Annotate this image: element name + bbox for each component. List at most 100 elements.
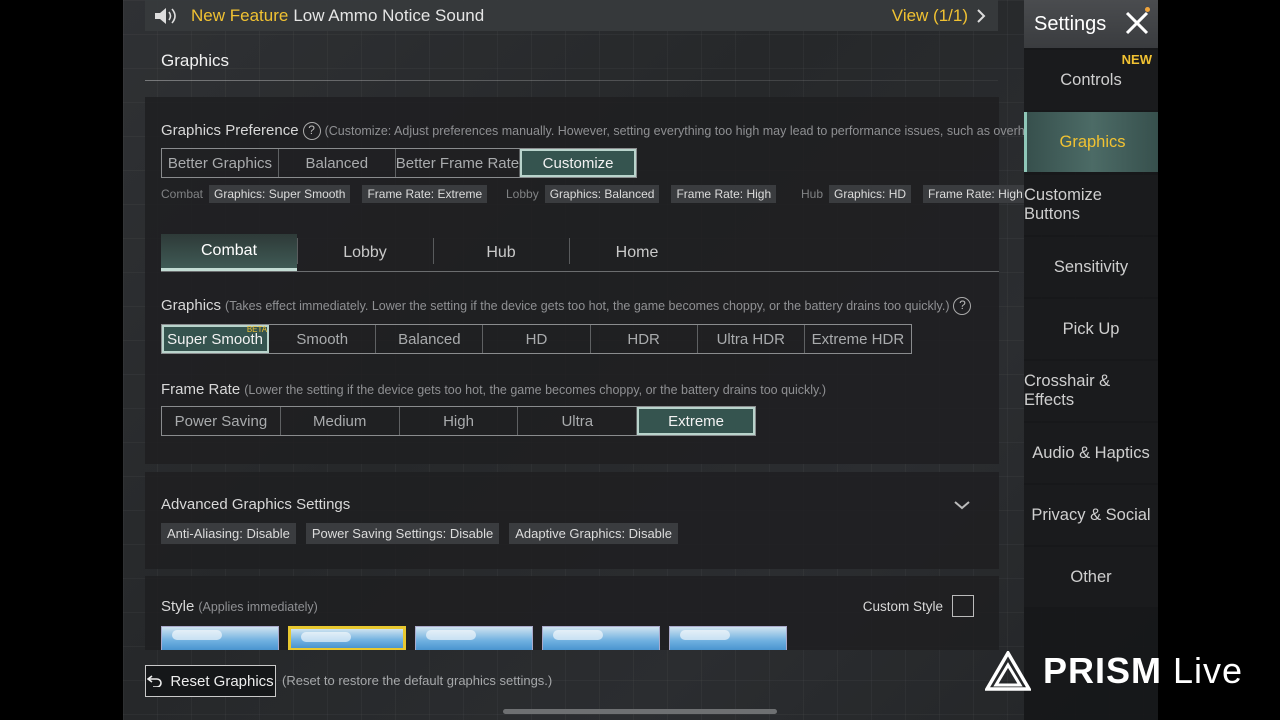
style-thumbnail[interactable] [542,626,660,650]
help-icon[interactable]: ? [302,122,321,141]
frame-rate-selector: Power Saving Medium High Ultra Extreme [161,406,756,436]
graphics-quality-label: Graphics [161,297,222,314]
sidebar-item-audio-haptics[interactable]: Audio & Haptics [1024,423,1158,483]
preference-option-balanced[interactable]: Balanced [279,149,396,177]
summary-chip: Graphics: HD [829,185,912,203]
preference-label: Graphics Preference [161,122,299,139]
graphics-option-hd[interactable]: HD [483,325,591,353]
sidebar-item-sensitivity[interactable]: Sensitivity [1024,237,1158,297]
settings-sidebar: Settings NEW Controls Graphics Customize… [1024,0,1158,720]
title-divider [145,80,998,81]
advanced-chips: Anti-Aliasing: Disable Power Saving Sett… [161,523,688,544]
preference-option-better-frame-rate[interactable]: Better Frame Rate [396,149,521,177]
sidebar-item-label: Pick Up [1062,319,1120,338]
new-tag: NEW [1121,52,1152,67]
sidebar-item-label: Customize Buttons [1024,186,1102,223]
tab-combat[interactable]: Combat [161,234,297,271]
beta-badge: BETA [246,325,268,334]
frame-rate-hint: (Lower the setting if the device gets to… [244,383,827,397]
style-label-row: Style (Applies immediately) [161,598,318,615]
hub-summary: Hub Graphics: HD Frame Rate: High [801,185,1028,203]
undo-icon [147,675,163,687]
sidebar-item-privacy-social[interactable]: Privacy & Social [1024,485,1158,545]
preference-selector: Better Graphics Balanced Better Frame Ra… [161,148,637,178]
graphics-option-balanced[interactable]: Balanced [376,325,484,353]
mode-tabs: Combat Lobby Hub Home [161,234,999,272]
frame-rate-option-ultra[interactable]: Ultra [518,407,638,435]
tab-lobby[interactable]: Lobby [297,234,433,271]
graphics-option-ultra-hdr[interactable]: Ultra HDR [698,325,805,353]
new-feature-label: New Feature [191,5,289,25]
speaker-icon [153,5,179,27]
chevron-down-icon[interactable] [953,499,971,511]
chevron-right-icon [977,8,986,23]
game-screen: New Feature Low Ammo Notice Sound View (… [123,0,1158,720]
summary-category: Hub [801,187,824,201]
summary-chip: Graphics: Super Smooth [209,185,351,203]
prism-live-watermark: PRISM Live [985,650,1243,692]
close-icon[interactable] [1124,10,1150,36]
preference-label-row: Graphics Preference? (Customize: Adjust p… [161,122,1043,141]
graphics-quality-label-row: Graphics (Takes effect immediately. Lower… [161,297,972,316]
style-hint: (Applies immediately) [198,600,318,614]
preference-option-customize[interactable]: Customize [520,149,637,177]
summary-chip: Frame Rate: High [671,185,777,203]
sidebar-item-graphics[interactable]: Graphics [1024,112,1158,172]
sidebar-item-label: Other [1070,567,1112,586]
frame-rate-option-power-saving[interactable]: Power Saving [162,407,281,435]
summary-chip: Frame Rate: High [923,185,1028,203]
custom-style-label: Custom Style [862,598,943,614]
help-icon[interactable]: ? [953,297,972,316]
feature-notice-bar[interactable]: New Feature Low Ammo Notice Sound View (… [145,0,998,31]
advanced-graphics-panel[interactable]: Advanced Graphics Settings Anti-Aliasing… [145,472,999,569]
sidebar-item-label: Audio & Haptics [1032,443,1150,462]
style-thumbnail[interactable] [161,626,279,650]
tab-hub[interactable]: Hub [433,234,569,271]
lobby-summary: Lobby Graphics: Balanced Frame Rate: Hig… [506,185,788,203]
reset-label: Reset Graphics [170,672,274,690]
combat-summary: Combat Graphics: Super Smooth Frame Rate… [161,185,499,203]
view-notice-link[interactable]: View (1/1) [892,0,986,31]
style-thumbnail[interactable] [415,626,533,650]
graphics-option-super-smooth[interactable]: Super Smooth BETA [162,325,270,353]
sidebar-item-other[interactable]: Other [1024,547,1158,607]
graphics-quality-hint: (Takes effect immediately. Lower the set… [225,299,950,313]
style-label: Style [161,598,195,615]
graphics-quality-selector: Super Smooth BETA Smooth Balanced HD HDR … [161,324,912,354]
frame-rate-option-high[interactable]: High [400,407,519,435]
sidebar-item-controls[interactable]: NEW Controls [1024,50,1158,110]
frame-rate-option-medium[interactable]: Medium [281,407,400,435]
frame-rate-option-extreme[interactable]: Extreme [637,407,755,435]
notice-title: Low Ammo Notice Sound [293,5,485,25]
graphics-option-extreme-hdr[interactable]: Extreme HDR [805,325,911,353]
custom-style-checkbox[interactable] [952,595,974,617]
graphics-option-hdr[interactable]: HDR [591,325,698,353]
settings-header: Settings [1024,0,1158,48]
watermark-brand: PRISM [1043,650,1163,691]
frame-rate-label-row: Frame Rate (Lower the setting if the devi… [161,381,826,398]
settings-title: Settings [1034,12,1107,35]
style-thumbnail[interactable] [669,626,787,650]
sidebar-item-crosshair-effects[interactable]: Crosshair & Effects [1024,361,1158,421]
preference-option-better-graphics[interactable]: Better Graphics [162,149,279,177]
sidebar-item-pick-up[interactable]: Pick Up [1024,299,1158,359]
advanced-title: Advanced Graphics Settings [161,496,351,513]
watermark-suffix: Live [1173,650,1244,691]
sidebar-item-label: Privacy & Social [1031,505,1151,524]
sidebar-item-label: Graphics [1059,132,1126,151]
summary-chip: Frame Rate: Extreme [362,185,488,203]
reset-graphics-button[interactable]: Reset Graphics [145,665,276,697]
style-thumbnails [161,626,796,650]
advanced-chip: Adaptive Graphics: Disable [509,523,679,544]
style-thumbnail-selected[interactable] [288,626,406,650]
preference-hint: (Customize: Adjust preferences manually.… [324,124,1043,138]
custom-style-toggle[interactable]: Custom Style [863,595,974,617]
sidebar-item-customize-buttons[interactable]: Customize Buttons [1024,175,1158,235]
prism-logo-icon [985,651,1031,691]
home-indicator[interactable] [503,709,777,714]
view-label: View (1/1) [891,5,968,25]
graphics-panel: Graphics Preference? (Customize: Adjust p… [145,97,1042,464]
graphics-option-smooth[interactable]: Smooth [269,325,377,353]
tab-home[interactable]: Home [569,234,705,271]
summary-category: Combat [161,187,204,201]
